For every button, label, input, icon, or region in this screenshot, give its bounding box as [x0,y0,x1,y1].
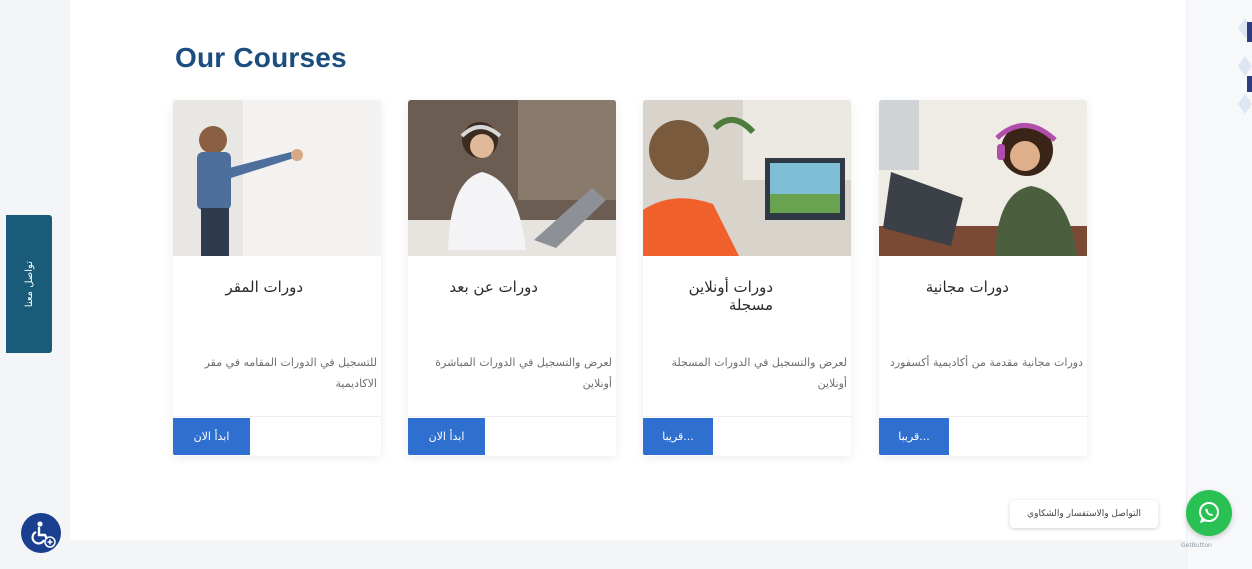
course-card-free: دورات مجانية دورات مجانية مقدمة من أكادي… [879,100,1087,456]
chat-invite-bubble[interactable]: التواصل والاستفسار والشكاوي [1010,500,1158,528]
chat-invite-text: التواصل والاستفسار والشكاوي [1027,509,1141,519]
course-title: دورات المقر [225,278,304,296]
course-image [408,100,616,256]
start-now-button[interactable]: ابدأ الان [173,418,250,455]
course-description: دورات مجانية مقدمة من أكاديمية أكسفورد [889,356,1083,369]
getbutton-brand: GetButton [1181,542,1212,549]
whatsapp-icon [1199,502,1219,523]
course-image [643,100,851,256]
divider [643,416,851,417]
course-image [173,100,381,256]
course-card-onsite: دورات المقر للتسجيل في الدورات المقامه ف… [173,100,381,456]
coming-soon-button[interactable]: ...قريبا [879,418,949,455]
course-description: لعرض والتسجيل في الدورات المباشرة أونلاي… [435,356,612,390]
course-title: دورات أونلاين مسجلة [688,278,773,314]
course-description: لعرض والتسجيل في الدورات المسجلة أونلاين [671,356,847,390]
contact-us-label: تواصل معنا [23,260,35,308]
divider [173,416,381,417]
whatsapp-button[interactable] [1186,490,1232,536]
accessibility-button[interactable] [21,513,61,553]
course-title: دورات عن بعد [449,278,538,296]
course-card-recorded: دورات أونلاين مسجلة لعرض والتسجيل في الد… [643,100,851,456]
contact-us-tab[interactable]: تواصل معنا [6,215,52,353]
accessibility-icon [31,521,56,548]
section-title: Our Courses [175,42,347,73]
course-card-remote: دورات عن بعد لعرض والتسجيل في الدورات ال… [408,100,616,456]
edge-decoration [1238,18,1252,114]
start-now-button[interactable]: ابدأ الان [408,418,485,455]
course-title: دورات مجانية [925,278,1009,296]
course-description: للتسجيل في الدورات المقامه في مقر الاكاد… [204,356,377,390]
course-image [879,100,1087,256]
divider [408,416,616,417]
divider [879,416,1087,417]
coming-soon-button[interactable]: ...قريبا [643,418,713,455]
